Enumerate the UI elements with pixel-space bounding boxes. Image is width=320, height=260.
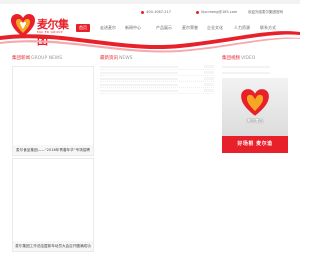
contact-email[interactable]: lijunmeng@163.com	[196, 10, 237, 14]
news-row-placeholder	[100, 84, 178, 86]
section-title-video[interactable]: 集团视频VIDEO	[222, 55, 255, 61]
news-row-placeholder	[100, 90, 178, 92]
video-link-placeholder	[222, 66, 270, 68]
news-row-date-placeholder	[204, 83, 214, 86]
video-link-placeholder	[222, 72, 270, 74]
news-row-date-placeholder	[204, 71, 214, 74]
video-title: 集团视频	[222, 56, 240, 61]
group-news-caption[interactable]: 麦尔集团工作总结暨新年动员大会召开圆满成功	[13, 241, 93, 251]
news-title-en: NEWS	[119, 56, 133, 61]
news-list	[100, 64, 214, 94]
welcome-text: 欢迎光临麦尔集团官网	[248, 10, 283, 14]
phone-icon	[141, 10, 144, 14]
news-row-date-placeholder	[204, 65, 214, 68]
group-title-en: GROUP NEWS	[31, 56, 63, 61]
news-row-placeholder	[100, 72, 178, 74]
group-news-caption[interactable]: 麦尔食品集团——“2018年青春年华”专场招聘	[13, 145, 93, 155]
video-link-row[interactable]	[222, 70, 288, 76]
news-row-placeholder	[100, 78, 178, 80]
mail-icon	[196, 10, 199, 14]
heart-logo-icon	[241, 89, 269, 116]
video-banner: 好场根 麦尔造	[222, 136, 288, 153]
section-title-news[interactable]: 最新资讯NEWS	[100, 55, 133, 61]
group-title: 集团新闻	[12, 56, 30, 61]
header-wave	[0, 31, 300, 53]
video-logo-text: 麦尔食品	[247, 118, 263, 123]
news-row-placeholder	[100, 66, 178, 68]
news-row-date-placeholder	[204, 77, 214, 80]
phone-text: 400-1067-217	[146, 10, 171, 14]
video-thumbnail: 麦尔食品	[222, 78, 288, 136]
section-title-group[interactable]: 集团新闻GROUP NEWS	[12, 55, 62, 61]
video-player[interactable]: 麦尔食品 好场根 麦尔造	[222, 78, 288, 153]
contact-phone: 400-1067-217	[141, 10, 171, 14]
group-news-column: 麦尔食品集团——“2018年青春年华”专场招聘 麦尔集团工作总结暨新年动员大会召…	[12, 66, 94, 254]
email-text: lijunmeng@163.com	[201, 10, 238, 14]
video-column: 麦尔食品 好场根 麦尔造	[222, 64, 288, 153]
news-row[interactable]	[100, 88, 214, 94]
video-title-en: VIDEO	[241, 56, 256, 61]
news-row-date-placeholder	[204, 89, 214, 92]
news-title: 最新资讯	[100, 56, 118, 61]
group-news-card[interactable]: 麦尔集团工作总结暨新年动员大会召开圆满成功	[12, 158, 94, 252]
group-news-card[interactable]: 麦尔食品集团——“2018年青春年华”专场招聘	[12, 66, 94, 156]
